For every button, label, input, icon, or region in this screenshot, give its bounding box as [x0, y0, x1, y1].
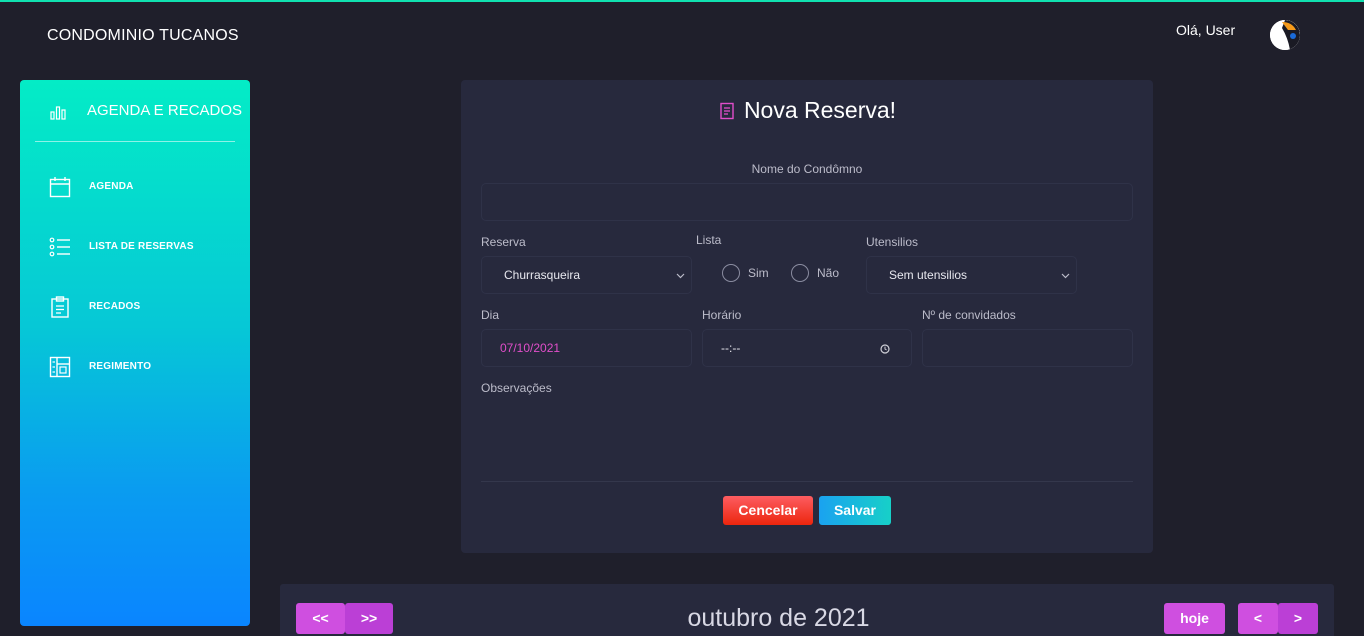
- observacoes-textarea[interactable]: [481, 400, 1133, 476]
- convidados-input[interactable]: [922, 329, 1133, 367]
- horario-value: --:--: [721, 341, 741, 355]
- convidados-label: Nº de convidados: [922, 308, 1016, 322]
- lista-nao-label: Não: [817, 266, 840, 280]
- horario-label: Horário: [702, 308, 742, 322]
- form-divider: [481, 481, 1133, 482]
- sidebar-item-label: RECADOS: [89, 301, 141, 312]
- bar-chart-icon: [50, 106, 66, 120]
- reserva-selected-value: Churrasqueira: [504, 268, 581, 282]
- save-button[interactable]: Salvar: [819, 496, 891, 525]
- top-accent-line: [0, 0, 1364, 2]
- reserva-label: Reserva: [481, 235, 526, 249]
- utensilios-select[interactable]: Sem utensilios: [866, 256, 1077, 294]
- app-brand[interactable]: CONDOMINIO TUCANOS: [47, 27, 239, 45]
- list-icon: [49, 237, 70, 257]
- clock-icon[interactable]: [880, 344, 890, 354]
- form-title: Nova Reserva!: [743, 97, 897, 123]
- user-greeting: Olá, User: [1176, 22, 1236, 38]
- lista-nao-radio[interactable]: [791, 264, 809, 282]
- user-avatar[interactable]: [1270, 20, 1300, 50]
- sidebar-item-lista-de-reservas[interactable]: LISTA DE RESERVAS: [20, 226, 250, 266]
- chevron-down-icon: [1061, 273, 1070, 279]
- calendar-icon: [49, 177, 71, 198]
- next-month-button[interactable]: >: [1278, 603, 1318, 634]
- prev-month-button[interactable]: <: [1238, 603, 1278, 634]
- form-title-row: Nova Reserva!: [461, 97, 1153, 124]
- sidebar-header[interactable]: AGENDA E RECADOS: [20, 80, 250, 142]
- observacoes-label: Observações: [481, 381, 552, 395]
- name-label: Nome do Condômno: [751, 162, 863, 176]
- layout-icon: [49, 356, 71, 378]
- utensilios-selected-value: Sem utensilios: [889, 268, 968, 282]
- utensilios-label: Utensilios: [866, 235, 919, 249]
- sidebar-title: AGENDA E RECADOS: [87, 102, 243, 119]
- dia-input[interactable]: 07/10/2021: [481, 329, 692, 367]
- sidebar-item-recados[interactable]: RECADOS: [20, 286, 250, 326]
- calendar-title: outubro de 2021: [687, 604, 870, 632]
- sidebar-item-regimento[interactable]: REGIMENTO: [20, 346, 250, 386]
- cancel-button[interactable]: Cencelar: [723, 496, 813, 525]
- clipboard-icon: [51, 296, 69, 318]
- sidebar-item-label: LISTA DE RESERVAS: [89, 241, 194, 252]
- sidebar-item-label: AGENDA: [89, 181, 134, 192]
- lista-sim-radio[interactable]: [722, 264, 740, 282]
- sidebar: AGENDA E RECADOS AGENDA LISTA DE RESERVA…: [20, 80, 250, 626]
- sidebar-item-label: REGIMENTO: [89, 361, 152, 372]
- dia-label: Dia: [481, 308, 500, 322]
- calendar-toolbar: << >> outubro de 2021 hoje < >: [280, 584, 1334, 636]
- toucan-icon: [1270, 20, 1300, 50]
- today-button[interactable]: hoje: [1164, 603, 1225, 634]
- lista-sim-label: Sim: [748, 266, 769, 280]
- receipt-icon: [720, 102, 734, 120]
- lista-label: Lista: [696, 233, 722, 247]
- sidebar-item-agenda[interactable]: AGENDA: [20, 166, 250, 206]
- horario-input[interactable]: --:--: [702, 329, 912, 367]
- sidebar-divider: [35, 141, 235, 142]
- reserva-select[interactable]: Churrasqueira: [481, 256, 692, 294]
- name-input[interactable]: [481, 183, 1133, 221]
- reservation-form-card: Nova Reserva! Nome do Condômno Reserva C…: [461, 80, 1153, 553]
- chevron-down-icon: [676, 273, 685, 279]
